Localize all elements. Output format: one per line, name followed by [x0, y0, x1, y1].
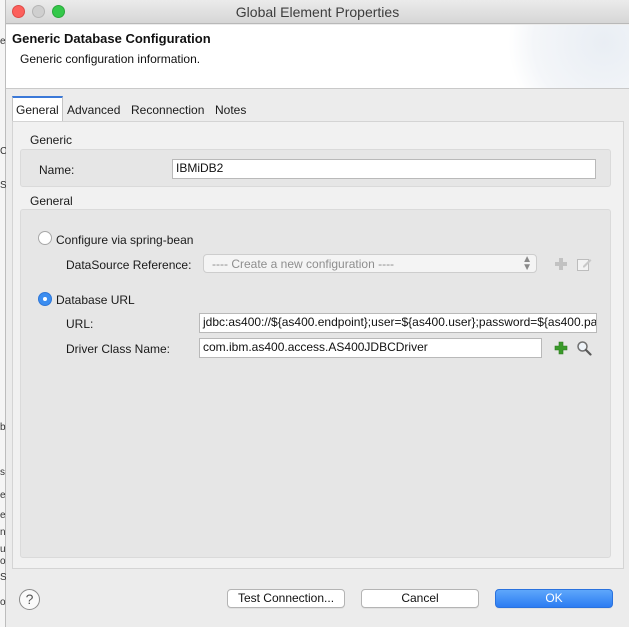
window-title: Global Element Properties — [235, 4, 400, 20]
database-url-radio[interactable] — [38, 292, 52, 306]
tab-advanced[interactable]: Advanced — [64, 96, 123, 122]
database-url-label[interactable]: Database URL — [56, 293, 135, 307]
edit-icon — [577, 259, 592, 271]
datasource-reference-select: ---- Create a new configuration ---- ▲ ▼ — [203, 254, 537, 273]
ok-button[interactable]: OK — [495, 589, 613, 608]
spring-bean-label[interactable]: Configure via spring-bean — [56, 233, 193, 247]
tab-notes[interactable]: Notes — [212, 96, 249, 122]
general-section-title: General — [30, 194, 73, 208]
datasource-reference-label: DataSource Reference: — [66, 258, 192, 272]
global-element-properties-dialog: Global Element Properties Generic Databa… — [6, 0, 629, 627]
header-description: Generic configuration information. — [20, 52, 201, 66]
driver-class-name-input[interactable]: com.ibm.as400.access.AS400JDBCDriver — [199, 338, 542, 358]
generic-section-title: Generic — [30, 133, 73, 147]
driver-class-name-label: Driver Class Name: — [66, 342, 171, 356]
spring-bean-radio[interactable] — [38, 231, 52, 245]
tab-general[interactable]: General — [12, 96, 63, 122]
header-title: Generic Database Configuration — [12, 31, 211, 46]
magnifier-icon[interactable] — [576, 340, 592, 356]
chevron-updown-icon: ▲ ▼ — [522, 254, 532, 273]
tab-bar: General Advanced Reconnection Notes — [6, 96, 629, 122]
dialog-header: Generic Database Configuration Generic c… — [6, 25, 629, 89]
name-input[interactable]: IBMiDB2 — [172, 159, 596, 179]
plus-icon — [555, 258, 567, 270]
header-banner-graphic — [499, 25, 629, 88]
general-group: Configure via spring-bean DataSource Ref… — [20, 209, 611, 558]
plus-icon[interactable] — [553, 340, 569, 356]
tab-reconnection[interactable]: Reconnection — [128, 96, 207, 122]
help-icon[interactable]: ? — [19, 589, 40, 610]
url-label: URL: — [66, 317, 94, 331]
name-label: Name: — [39, 163, 75, 177]
title-bar[interactable]: Global Element Properties — [6, 0, 629, 24]
datasource-reference-value: ---- Create a new configuration ---- — [212, 257, 395, 271]
url-input[interactable]: jdbc:as400://${as400.endpoint};user=${as… — [199, 313, 597, 333]
test-connection-button[interactable]: Test Connection... — [227, 589, 345, 608]
generic-group: Name: IBMiDB2 — [20, 149, 611, 187]
tab-content-general: Generic Name: IBMiDB2 General Configure … — [12, 121, 624, 569]
cancel-button[interactable]: Cancel — [361, 589, 479, 608]
